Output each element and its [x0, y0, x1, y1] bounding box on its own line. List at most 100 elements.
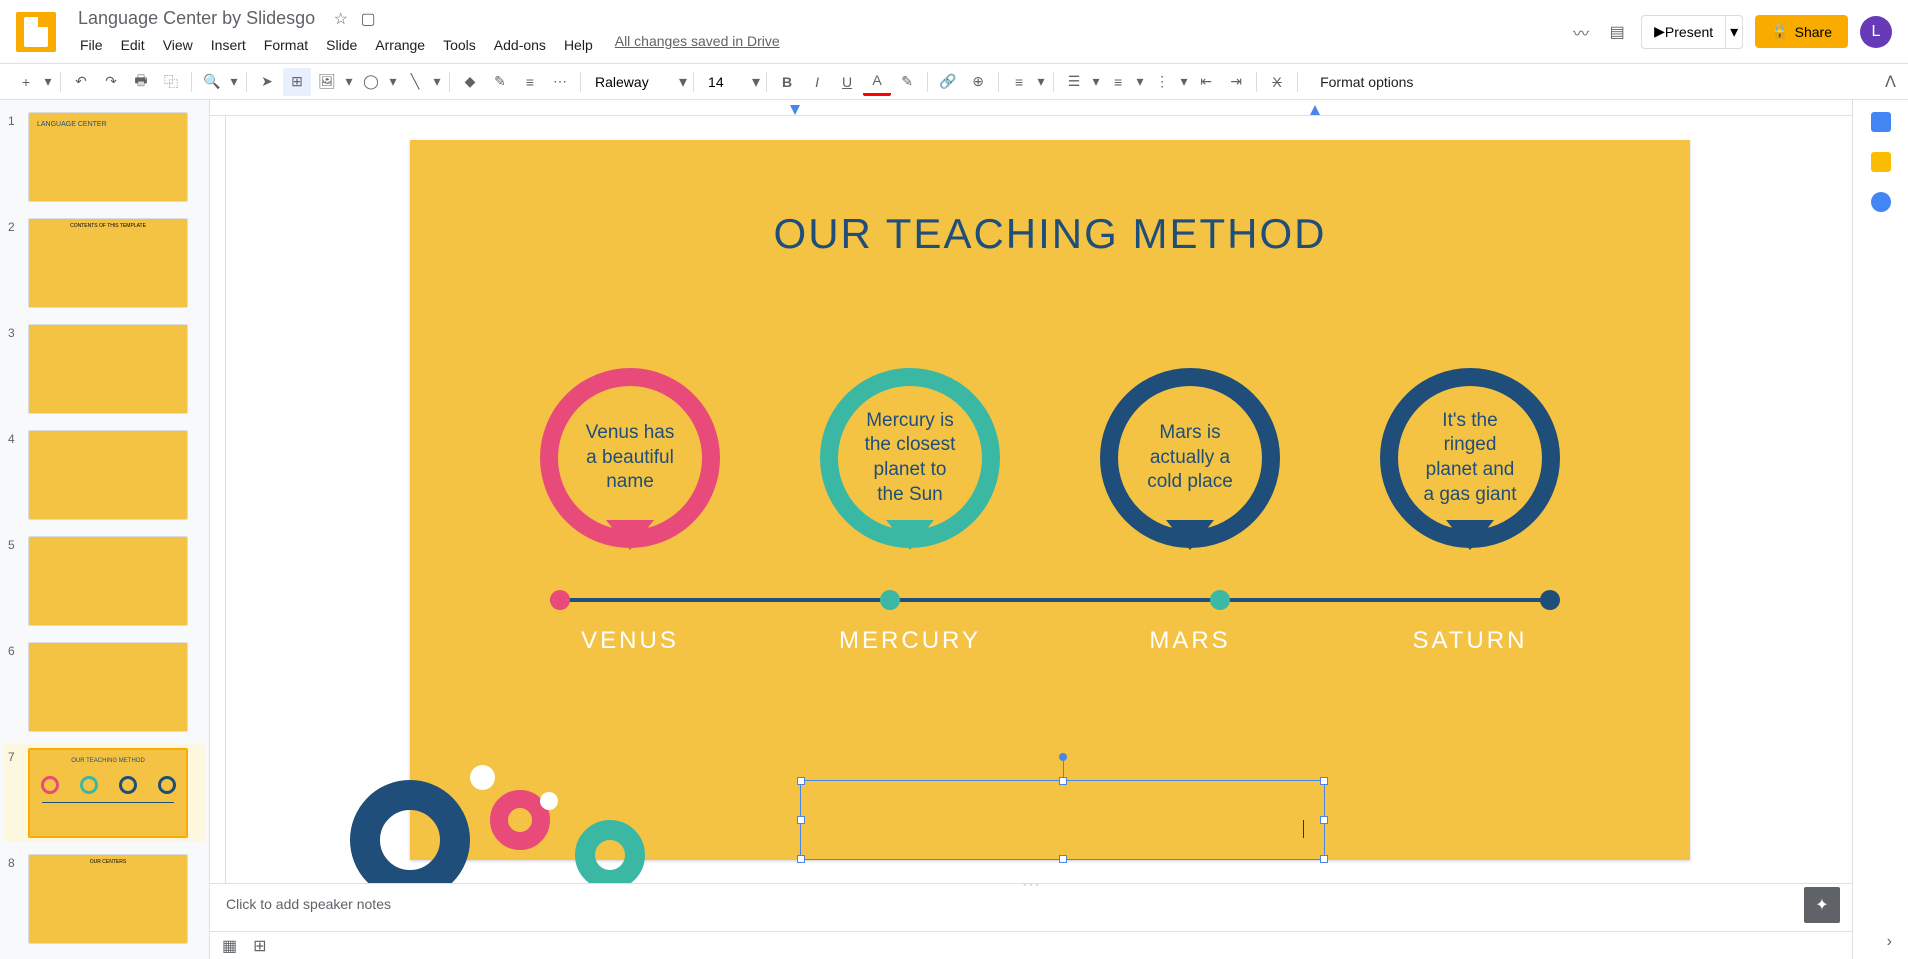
resize-handle[interactable]: [1059, 855, 1067, 863]
resize-handle[interactable]: [797, 777, 805, 785]
folder-icon[interactable]: ▢: [360, 11, 375, 28]
numbered-dropdown[interactable]: ▾: [1134, 68, 1146, 96]
textbox-tool[interactable]: ⊞: [283, 68, 311, 96]
drive-status[interactable]: All changes saved in Drive: [615, 33, 780, 57]
slide-canvas[interactable]: OUR TEACHING METHOD Venus has a beautifu…: [410, 140, 1690, 860]
redo-button[interactable]: ↷: [97, 68, 125, 96]
decrease-indent-button[interactable]: ⇤: [1192, 68, 1220, 96]
zoom-dropdown[interactable]: ▾: [228, 68, 240, 96]
thumbnail-6[interactable]: 6: [4, 638, 205, 736]
font-size-select[interactable]: 14: [700, 70, 750, 94]
line-spacing-button[interactable]: ☰: [1060, 68, 1088, 96]
menu-file[interactable]: File: [72, 33, 111, 57]
speaker-notes[interactable]: • • • Click to add speaker notes: [210, 883, 1852, 931]
activity-icon[interactable]: 〰: [1569, 20, 1593, 44]
timeline[interactable]: [550, 598, 1550, 602]
bulleted-list-button[interactable]: ⋮: [1148, 68, 1176, 96]
document-title[interactable]: Language Center by Slidesgo: [72, 6, 321, 31]
slides-logo[interactable]: [16, 12, 56, 52]
bulleted-dropdown[interactable]: ▾: [1178, 68, 1190, 96]
tab-marker-left[interactable]: [790, 105, 800, 115]
fill-color-button[interactable]: ◆: [456, 68, 484, 96]
border-dash-button[interactable]: ⋯: [546, 68, 574, 96]
select-tool[interactable]: ➤: [253, 68, 281, 96]
align-dropdown[interactable]: ▾: [1035, 68, 1047, 96]
align-button[interactable]: ≡: [1005, 68, 1033, 96]
present-button[interactable]: ▶ Present: [1642, 16, 1725, 48]
chevron-down-icon[interactable]: ▾: [42, 68, 54, 96]
tasks-icon[interactable]: [1871, 192, 1891, 212]
pin-label[interactable]: VENUS: [530, 627, 730, 655]
explore-button[interactable]: ✦: [1804, 887, 1840, 923]
filmstrip-view-icon[interactable]: ▦: [222, 936, 237, 956]
resize-handle[interactable]: [797, 816, 805, 824]
pin-saturn[interactable]: It's the ringed planet and a gas giant: [1370, 368, 1570, 548]
grid-view-icon[interactable]: ⊞: [253, 936, 266, 956]
image-tool[interactable]: 🖼: [313, 68, 341, 96]
pin-venus[interactable]: Venus has a beautiful name: [530, 368, 730, 548]
highlight-button[interactable]: ✎: [893, 68, 921, 96]
paint-format-button[interactable]: ⿻: [157, 68, 185, 96]
share-button[interactable]: 🔒 Share: [1755, 15, 1848, 48]
new-slide-button[interactable]: +: [12, 68, 40, 96]
thumbnail-panel[interactable]: 1 LANGUAGE CENTER 2 CONTENTS OF THIS TEM…: [0, 100, 210, 959]
comment-button[interactable]: ⊕: [964, 68, 992, 96]
pin-label[interactable]: MARS: [1090, 627, 1290, 655]
thumbnail-5[interactable]: 5: [4, 532, 205, 630]
vertical-ruler[interactable]: [210, 116, 226, 919]
format-options-button[interactable]: Format options: [1312, 70, 1421, 94]
numbered-list-button[interactable]: ≡: [1104, 68, 1132, 96]
clear-format-button[interactable]: X: [1263, 68, 1291, 96]
shape-tool[interactable]: ◯: [357, 68, 385, 96]
print-button[interactable]: 🖶: [127, 68, 155, 96]
menu-addons[interactable]: Add-ons: [486, 33, 554, 57]
zoom-button[interactable]: 🔍: [198, 68, 226, 96]
image-dropdown[interactable]: ▾: [343, 68, 355, 96]
slide-title[interactable]: OUR TEACHING METHOD: [410, 210, 1690, 258]
selected-textbox[interactable]: [800, 780, 1325, 860]
keep-icon[interactable]: [1871, 152, 1891, 172]
thumbnail-2[interactable]: 2 CONTENTS OF THIS TEMPLATE: [4, 214, 205, 312]
menu-insert[interactable]: Insert: [203, 33, 254, 57]
resize-handle[interactable]: [797, 855, 805, 863]
collapse-toolbar-icon[interactable]: ᐱ: [1885, 72, 1896, 92]
line-dropdown[interactable]: ▾: [431, 68, 443, 96]
menu-format[interactable]: Format: [256, 33, 316, 57]
expand-side-panel-icon[interactable]: ›: [1887, 933, 1892, 951]
shape-dropdown[interactable]: ▾: [387, 68, 399, 96]
resize-handle[interactable]: [1320, 777, 1328, 785]
resize-handle[interactable]: [1320, 855, 1328, 863]
menu-slide[interactable]: Slide: [318, 33, 365, 57]
link-button[interactable]: 🔗: [934, 68, 962, 96]
pin-label[interactable]: MERCURY: [810, 627, 1010, 655]
canvas-area[interactable]: OUR TEACHING METHOD Venus has a beautifu…: [210, 100, 1852, 959]
spacing-dropdown[interactable]: ▾: [1090, 68, 1102, 96]
menu-help[interactable]: Help: [556, 33, 601, 57]
menu-edit[interactable]: Edit: [113, 33, 153, 57]
resize-handle[interactable]: [1059, 777, 1067, 785]
present-dropdown[interactable]: ▾: [1725, 16, 1742, 48]
bold-button[interactable]: B: [773, 68, 801, 96]
italic-button[interactable]: I: [803, 68, 831, 96]
menu-tools[interactable]: Tools: [435, 33, 484, 57]
border-color-button[interactable]: ✎: [486, 68, 514, 96]
user-avatar[interactable]: L: [1860, 16, 1892, 48]
undo-button[interactable]: ↶: [67, 68, 95, 96]
notes-drag-handle[interactable]: • • •: [1023, 880, 1039, 891]
border-weight-button[interactable]: ≡: [516, 68, 544, 96]
calendar-icon[interactable]: [1871, 112, 1891, 132]
line-tool[interactable]: ╲: [401, 68, 429, 96]
tab-marker-right[interactable]: [1310, 105, 1320, 115]
increase-indent-button[interactable]: ⇥: [1222, 68, 1250, 96]
menu-arrange[interactable]: Arrange: [367, 33, 433, 57]
menu-view[interactable]: View: [155, 33, 201, 57]
pin-mars[interactable]: Mars is actually a cold place: [1090, 368, 1290, 548]
underline-button[interactable]: U: [833, 68, 861, 96]
comments-icon[interactable]: ▤: [1605, 20, 1629, 44]
font-select[interactable]: Raleway: [587, 70, 677, 94]
horizontal-ruler[interactable]: [210, 100, 1852, 116]
thumbnail-4[interactable]: 4: [4, 426, 205, 524]
text-color-button[interactable]: A: [863, 68, 891, 96]
pin-mercury[interactable]: Mercury is the closest planet to the Sun: [810, 368, 1010, 548]
star-icon[interactable]: ☆: [334, 11, 348, 28]
